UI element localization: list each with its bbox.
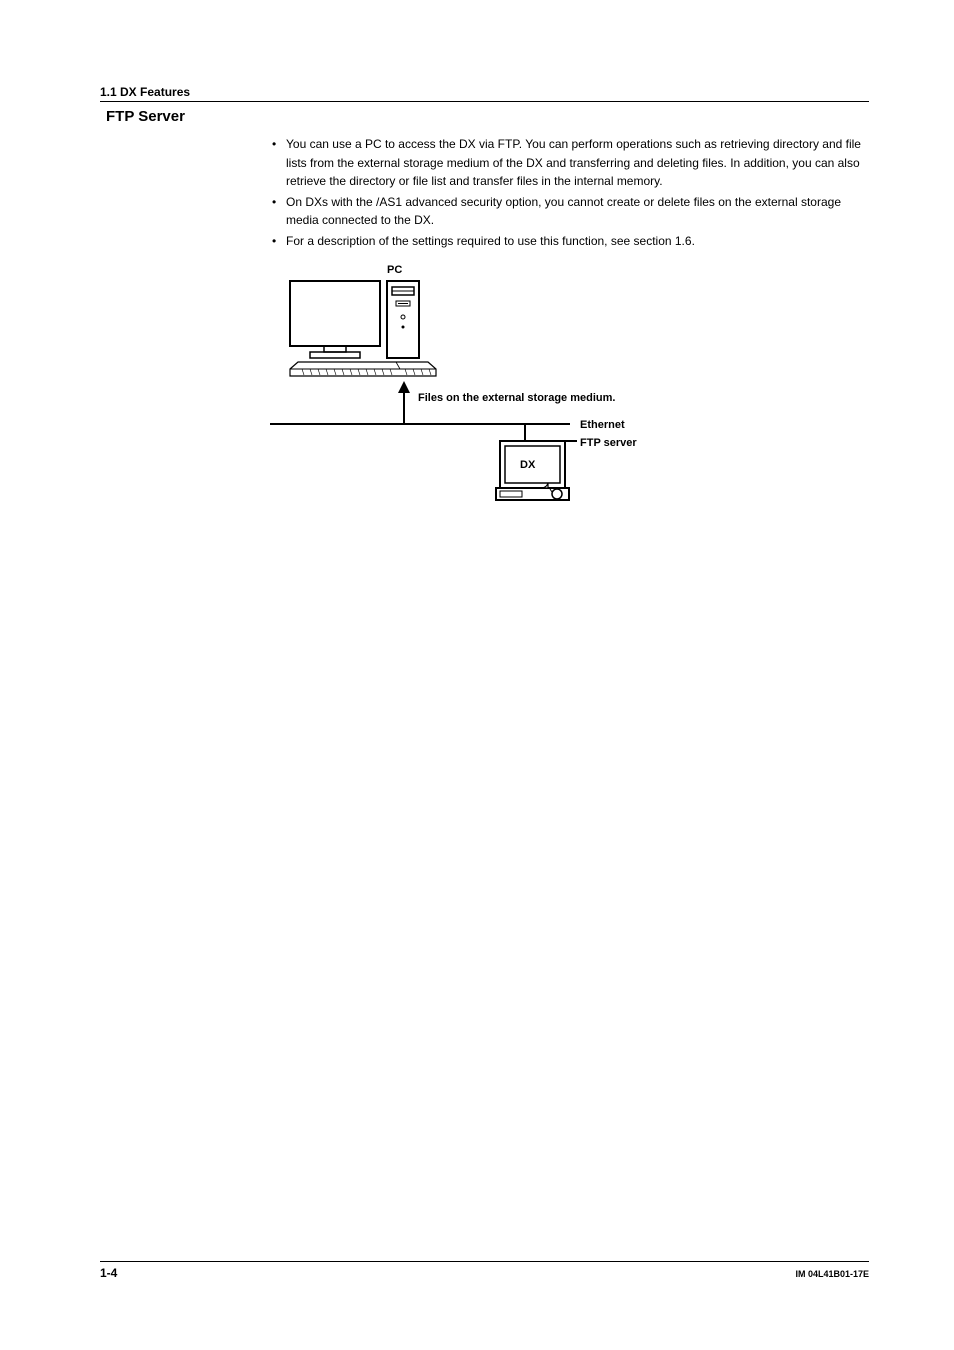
bullet-item: You can use a PC to access the DX via FT…: [270, 135, 869, 191]
body-text: You can use a PC to access the DX via FT…: [270, 135, 869, 251]
doc-code: IM 04L41B01-17E: [795, 1269, 869, 1279]
section-header: 1.1 DX Features: [100, 85, 869, 99]
page-subtitle: FTP Server: [106, 108, 869, 125]
page-footer: 1-4 IM 04L41B01-17E: [100, 1261, 869, 1280]
bullet-item: For a description of the settings requir…: [270, 232, 869, 251]
header-rule: [100, 101, 869, 102]
ethernet-label-text: Ethernet: [580, 419, 625, 431]
bullet-item: On DXs with the /AS1 advanced security o…: [270, 193, 869, 230]
footer-rule: [100, 1261, 869, 1262]
ftp-server-diagram: PC: [270, 261, 790, 521]
arrow-label-text: Files on the external storage medium.: [418, 392, 615, 404]
pc-label-text: PC: [387, 264, 402, 276]
dx-label-text: DX: [520, 459, 536, 471]
ftp-server-label-text: FTP server: [580, 437, 637, 449]
page-number: 1-4: [100, 1266, 117, 1280]
